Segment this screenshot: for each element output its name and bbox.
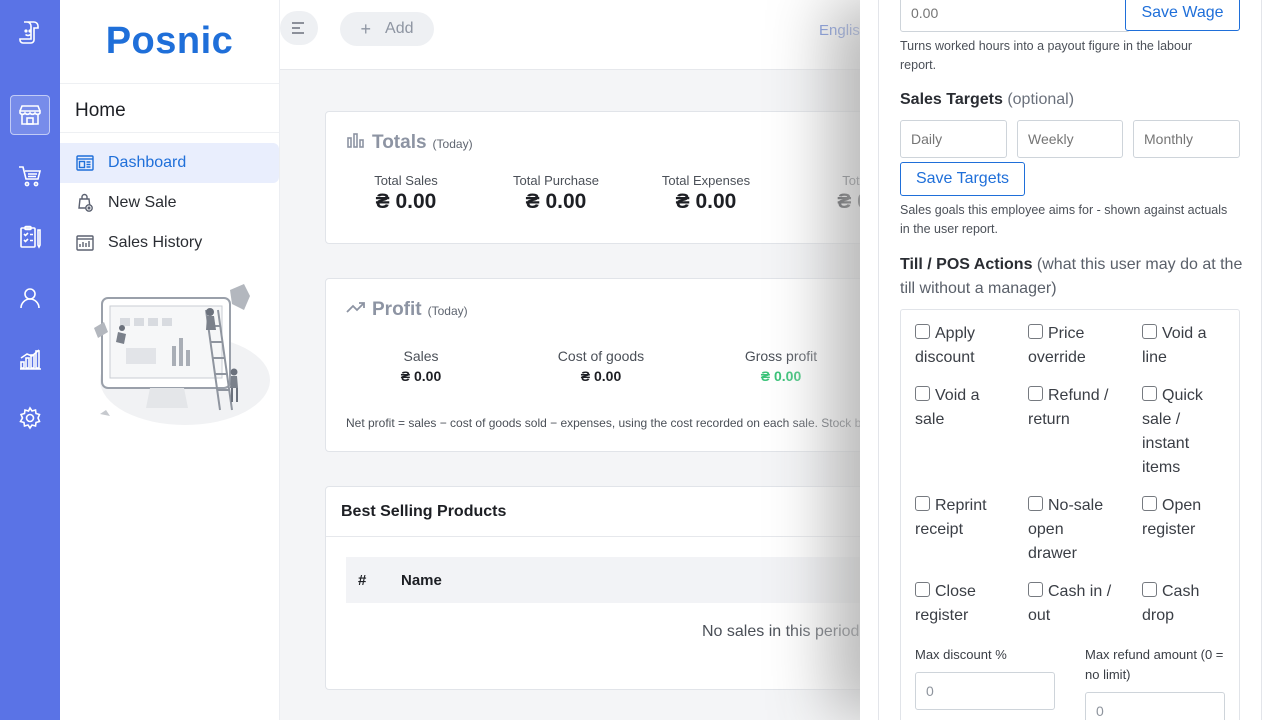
sales-targets-title: Sales Targets xyxy=(900,91,1003,108)
sidebar-item-label: Sales History xyxy=(108,234,203,251)
checkbox[interactable] xyxy=(1028,324,1043,339)
perm-no-sale-open-drawer[interactable]: No-sale open drawer xyxy=(1028,494,1103,566)
stat-total-purchase: Total Purchase ₴ 0.00 xyxy=(513,173,599,213)
profit-header: Profit (Today) xyxy=(346,299,468,321)
sales-history-icon xyxy=(74,232,96,254)
save-wage-button[interactable]: Save Wage xyxy=(1125,0,1240,31)
till-actions-title: Till / POS Actions xyxy=(900,256,1033,273)
checkbox[interactable] xyxy=(1142,496,1157,511)
chart-icon[interactable] xyxy=(10,339,50,379)
targets-help-text: Sales goals this employee aims for - sho… xyxy=(900,203,1228,236)
max-refund-input[interactable] xyxy=(1085,692,1225,720)
best-selling-card: Best Selling Products # Name No sales in… xyxy=(325,486,925,690)
employee-settings-drawer: Save Wage Turns worked hours into a payo… xyxy=(860,0,1280,720)
max-refund-label: Max refund amount (0 = no limit) xyxy=(1085,647,1224,682)
checkbox[interactable] xyxy=(1028,496,1043,511)
workspace-illustration xyxy=(94,284,270,425)
sidebar-item-dashboard[interactable]: Dashboard xyxy=(60,143,279,183)
gear-icon[interactable] xyxy=(10,398,50,438)
perm-quick-sale[interactable]: Quick sale / instant items xyxy=(1142,384,1203,480)
perm-reprint-receipt[interactable]: Reprint receipt xyxy=(915,494,987,542)
icon-rail xyxy=(0,0,60,720)
sidebar-section-title: Home xyxy=(60,84,279,133)
profit-note: Net profit = sales − cost of goods sold … xyxy=(346,416,866,430)
checkbox[interactable] xyxy=(915,496,930,511)
perm-apply-discount[interactable]: Apply discount xyxy=(915,322,975,370)
profit-stats: Sales ₴ 0.00 Cost of goods ₴ 0.00 Gross pr… xyxy=(331,348,871,384)
sidebar-toggle-button[interactable] xyxy=(280,11,318,45)
profit-period: (Today) xyxy=(427,304,468,318)
cart-icon[interactable] xyxy=(10,156,50,196)
checkbox[interactable] xyxy=(1142,324,1157,339)
profit-card: Profit (Today) Sales ₴ 0.00 Cost of goods… xyxy=(325,278,925,452)
sidebar-item-sales-history[interactable]: Sales History xyxy=(60,223,279,263)
till-actions-heading: Till / POS Actions (what this user may d… xyxy=(900,253,1245,301)
sidebar-item-label: New Sale xyxy=(108,194,177,211)
perm-price-override[interactable]: Price override xyxy=(1028,322,1086,370)
stat-gross-profit: Gross profit ₴ 0.00 xyxy=(744,348,818,384)
profit-title: Profit xyxy=(372,299,422,320)
totals-stats: Total Sales ₴ 0.00 Total Purchase ₴ 0.00 T… xyxy=(331,173,931,214)
wage-help-text: Turns worked hours into a payout figure … xyxy=(900,39,1193,72)
sidebar-item-label: Dashboard xyxy=(108,154,187,171)
totals-period: (Today) xyxy=(432,137,473,151)
perm-refund-return[interactable]: Refund / return xyxy=(1028,384,1108,432)
checkbox[interactable] xyxy=(1142,386,1157,401)
stat-cost-of-goods: Cost of goods ₴ 0.00 xyxy=(557,348,645,384)
totals-title: Totals xyxy=(372,132,427,153)
sidebar: Posnic Home Dashboard New Sale Sales His… xyxy=(60,0,280,720)
plus-icon: + xyxy=(360,18,372,39)
user-icon[interactable] xyxy=(10,278,50,318)
save-targets-button[interactable]: Save Targets xyxy=(900,162,1025,196)
sidebar-item-new-sale[interactable]: New Sale xyxy=(60,183,279,223)
weekly-target-input[interactable] xyxy=(1017,120,1123,158)
perm-void-sale[interactable]: Void a sale xyxy=(915,384,979,432)
checkbox[interactable] xyxy=(1028,582,1043,597)
max-discount-label: Max discount % xyxy=(915,647,1007,662)
hourly-wage-input[interactable] xyxy=(900,0,1130,32)
bar-chart-icon xyxy=(347,133,364,148)
empty-state-text: No sales in this period xyxy=(702,623,860,640)
sales-targets-heading: Sales Targets (optional) xyxy=(900,88,1074,112)
drawer-panel: Save Wage Turns worked hours into a payo… xyxy=(878,0,1262,720)
daily-target-input[interactable] xyxy=(900,120,1007,158)
perm-void-line[interactable]: Void a line xyxy=(1142,322,1206,370)
menu-align-icon xyxy=(292,22,304,34)
checkbox[interactable] xyxy=(915,582,930,597)
sales-targets-optional: (optional) xyxy=(1007,91,1075,108)
stat-total-sales: Total Sales ₴ 0.00 xyxy=(374,173,438,213)
column-header-index: # xyxy=(358,571,367,589)
perm-cash-drop[interactable]: Cash drop xyxy=(1142,580,1199,628)
totals-card: Totals (Today) Total Sales ₴ 0.00 Total P… xyxy=(325,111,925,244)
stat-sales: Sales ₴ 0.00 xyxy=(400,348,442,384)
store-icon[interactable] xyxy=(10,95,50,135)
max-discount-input[interactable] xyxy=(915,672,1055,710)
perm-open-register[interactable]: Open register xyxy=(1142,494,1201,542)
stat-total-expenses: Total Expenses ₴ 0.00 xyxy=(661,173,751,213)
checkbox[interactable] xyxy=(1028,386,1043,401)
clipboard-icon[interactable] xyxy=(10,217,50,257)
add-button[interactable]: + Add xyxy=(340,12,434,46)
best-selling-title: Best Selling Products xyxy=(326,487,924,537)
monthly-target-input[interactable] xyxy=(1133,120,1240,158)
dashboard-icon xyxy=(74,152,96,174)
perm-close-register[interactable]: Close register xyxy=(915,580,976,628)
totals-header: Totals (Today) xyxy=(346,132,473,154)
best-selling-table-header: # Name xyxy=(346,557,906,603)
add-button-label: Add xyxy=(385,20,414,37)
new-sale-icon xyxy=(74,192,96,214)
brand-logo[interactable]: Posnic xyxy=(60,0,279,84)
perm-cash-in-out[interactable]: Cash in / out xyxy=(1028,580,1111,628)
checkbox[interactable] xyxy=(915,386,930,401)
trending-up-icon xyxy=(346,302,365,313)
checkbox[interactable] xyxy=(1142,582,1157,597)
column-header-name: Name xyxy=(401,571,442,589)
checkbox[interactable] xyxy=(915,324,930,339)
logo-icon[interactable] xyxy=(10,12,50,52)
